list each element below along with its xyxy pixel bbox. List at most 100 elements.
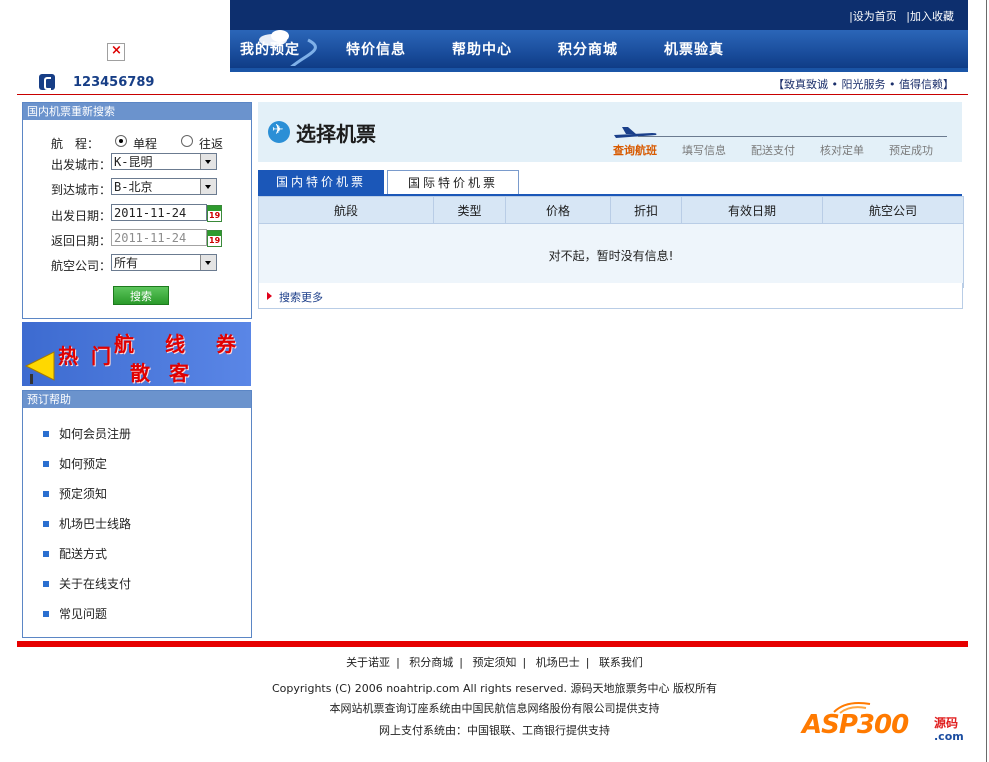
search-button[interactable]: 搜索 [113, 286, 169, 305]
depart-date-input[interactable]: 2011-11-24 [111, 204, 207, 221]
phone-bar: 123456789 【致真致诚 • 阳光服务 • 值得信赖】 [17, 72, 968, 95]
footer-link-about[interactable]: 关于诺亚 [346, 656, 390, 669]
logo-text: ASP300 [802, 710, 909, 740]
help-item-faq[interactable]: 常见问题 [23, 599, 251, 629]
footer-divider [17, 641, 968, 647]
hot-routes-banner[interactable]: 热 门 航 线 券 散 客 [22, 322, 251, 386]
tab-domestic-specials[interactable]: 国内特价机票 [258, 170, 384, 194]
title-band: 选择机票 查询航班 填写信息 配送支付 核对定单 预定成功 [258, 102, 962, 162]
ad-text-individual: 散 客 [130, 361, 195, 385]
phone-icon [39, 74, 55, 90]
col-valid-date: 有效日期 [681, 196, 823, 224]
nav-home[interactable]: 预定首页 [137, 39, 217, 59]
step-query: 查询航班 [613, 144, 657, 157]
round-trip-label: 往返 [199, 137, 224, 151]
slogan: 【致真致诚 • 阳光服务 • 值得信赖】 [773, 78, 954, 91]
airline-label: 航空公司： [51, 259, 112, 273]
ticket-tabs: 国内特价机票 国际特价机票 [258, 170, 962, 196]
col-segment: 航段 [258, 196, 434, 224]
from-city-label: 出发城市： [51, 158, 112, 172]
broken-image-icon [107, 43, 125, 61]
step-fill-info: 填写信息 [682, 144, 726, 157]
empty-message: 对不起，暂时没有信息! [258, 223, 964, 288]
footer-link-points-mall[interactable]: 积分商城 [409, 656, 453, 669]
chevron-down-icon[interactable] [200, 179, 216, 194]
window-edge [986, 0, 987, 762]
nav-my-bookings[interactable]: 我的预定 [217, 39, 323, 59]
depart-date-label: 出发日期： [51, 209, 112, 223]
trip-type-row: 航 程： 单程 往返 [23, 132, 251, 154]
page-title: 选择机票 [296, 122, 376, 146]
copyright-text: Copyrights (C) 2006 noahtrip.com All rig… [271, 682, 718, 695]
chevron-down-icon[interactable] [200, 154, 216, 169]
return-date-row: 返回日期： 2011-11-24 19 [23, 229, 251, 251]
search-panel-title: 国内机票重新搜索 [23, 103, 251, 120]
footer-link-booking-notes[interactable]: 预定须知 [473, 656, 517, 669]
step-delivery-payment: 配送支付 [751, 144, 795, 157]
to-city-row: 到达城市： B-北京 [23, 178, 251, 200]
help-item-airport-bus[interactable]: 机场巴士线路 [23, 509, 251, 539]
footer-link-contact[interactable]: 联系我们 [599, 656, 643, 669]
return-date-input[interactable]: 2011-11-24 [111, 229, 207, 246]
step-verify-order: 核对定单 [820, 144, 864, 157]
help-list: 如何会员注册 如何预定 预定须知 机场巴士线路 配送方式 关于在线支付 常见问题 [23, 419, 251, 629]
airline-value: 所有 [114, 256, 139, 270]
asp300-logo: ASP300 源码 .com [802, 700, 970, 746]
from-city-value: K-昆明 [114, 155, 153, 169]
nav-points-mall[interactable]: 积分商城 [535, 39, 641, 59]
tab-international-specials[interactable]: 国际特价机票 [387, 170, 519, 194]
table-row: 对不起，暂时没有信息! [258, 223, 964, 288]
header-banner: |设为首页 |加入收藏 [230, 0, 968, 72]
one-way-radio[interactable] [115, 135, 127, 147]
search-panel: 国内机票重新搜索 航 程： 单程 往返 出发城市： K-昆明 到达城市： B-北… [22, 102, 252, 319]
calendar-icon[interactable]: 19 [207, 205, 222, 222]
round-trip-radio[interactable] [181, 135, 193, 147]
logo-com-text: .com [934, 730, 964, 743]
nav-specials[interactable]: 特价信息 [323, 39, 429, 59]
calendar-icon[interactable]: 19 [207, 230, 222, 247]
to-city-label: 到达城市： [51, 183, 112, 197]
step-success: 预定成功 [889, 144, 933, 157]
help-item-register[interactable]: 如何会员注册 [23, 419, 251, 449]
footer-links: 关于诺亚 | 积分商城 | 预定须知 | 机场巴士 | 联系我们 [346, 656, 643, 669]
top-links: |设为首页 |加入收藏 [849, 10, 954, 23]
nav-ticket-verify[interactable]: 机票验真 [641, 39, 747, 59]
progress-line [638, 136, 947, 137]
booking-steps: 查询航班 填写信息 配送支付 核对定单 预定成功 [613, 142, 958, 158]
footer-link-airport-bus[interactable]: 机场巴士 [536, 656, 580, 669]
to-city-value: B-北京 [114, 180, 153, 194]
ad-text-route: 航 线 券 [114, 332, 248, 356]
col-discount: 折扣 [610, 196, 682, 224]
help-item-online-payment[interactable]: 关于在线支付 [23, 569, 251, 599]
megaphone-icon [24, 351, 55, 384]
nav-help[interactable]: 帮助中心 [429, 39, 535, 59]
main-nav: 预定首页 我的预定 特价信息 帮助中心 积分商城 机票验真 [137, 39, 747, 59]
chevron-down-icon[interactable] [200, 255, 216, 270]
airplane-icon [268, 121, 290, 143]
results-table: 航段 类型 价格 折扣 有效日期 航空公司 对不起，暂时没有信息! [258, 196, 964, 288]
set-homepage-link[interactable]: 设为首页 [853, 10, 897, 23]
from-city-row: 出发城市： K-昆明 [23, 153, 251, 175]
col-type: 类型 [433, 196, 506, 224]
site-header: |设为首页 |加入收藏 预定首页 我的预定 特价信息 帮助中心 积分商城 机票验… [17, 0, 968, 72]
add-favorite-link[interactable]: 加入收藏 [910, 10, 954, 23]
one-way-label: 单程 [133, 137, 158, 151]
return-date-label: 返回日期： [51, 234, 112, 248]
from-city-select[interactable]: K-昆明 [111, 153, 217, 170]
logo-area [17, 0, 230, 72]
airline-select[interactable]: 所有 [111, 254, 217, 271]
help-item-booking-notes[interactable]: 预定须知 [23, 479, 251, 509]
help-panel-title: 预订帮助 [23, 391, 251, 408]
plane-silhouette-icon [614, 127, 657, 138]
phone-number: 123456789 [73, 75, 155, 90]
col-price: 价格 [505, 196, 611, 224]
help-item-delivery[interactable]: 配送方式 [23, 539, 251, 569]
search-more-link[interactable]: 搜索更多 [279, 289, 323, 305]
logo-cn-text: 源码 [934, 716, 959, 730]
col-airline: 航空公司 [822, 196, 964, 224]
to-city-select[interactable]: B-北京 [111, 178, 217, 195]
depart-date-row: 出发日期： 2011-11-24 19 [23, 204, 251, 226]
more-row: 搜索更多 [258, 283, 963, 309]
trip-type-label: 航 程： [51, 137, 100, 151]
help-item-how-to-book[interactable]: 如何预定 [23, 449, 251, 479]
